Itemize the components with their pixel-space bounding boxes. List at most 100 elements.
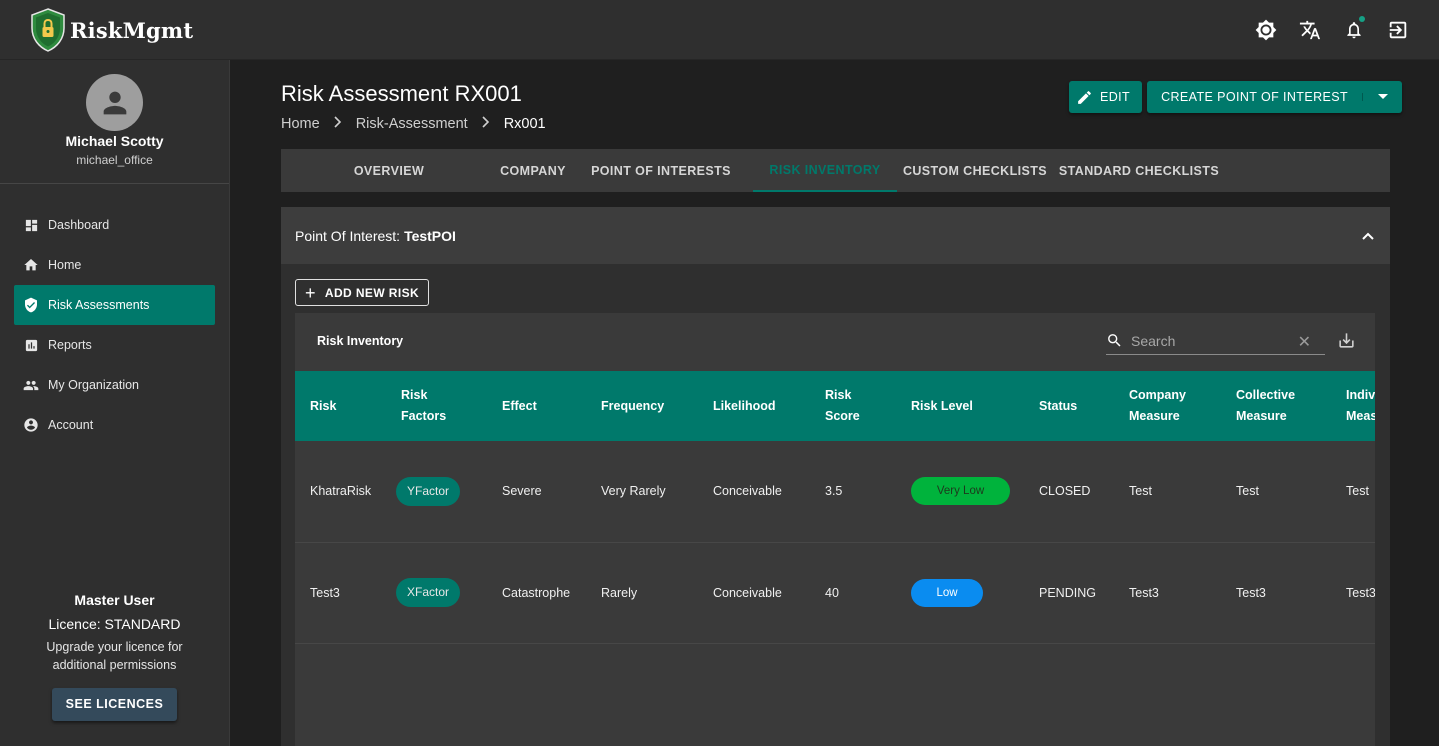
home-icon — [23, 257, 39, 273]
cell-collective-measure: Test — [1236, 484, 1259, 499]
dropdown-arrow-icon[interactable] — [1362, 93, 1402, 101]
header-line: Likelihood — [713, 398, 776, 413]
risk-inventory-table: Risk Risk Factors Effect Frequency Likeli… — [295, 371, 1375, 644]
header-line: Frequency — [601, 398, 665, 413]
sidebar: Michael Scotty michael_office Dashboard … — [0, 60, 230, 746]
breadcrumb-risk-assessment[interactable]: Risk-Assessment — [356, 116, 468, 132]
notification-dot — [1359, 16, 1365, 22]
header-line: Individual — [1346, 388, 1375, 402]
licence-level: Licence: STANDARD — [48, 616, 181, 632]
header-line: Collective — [1236, 388, 1296, 402]
point-of-interest-panel: Point Of Interest: TestPOI + ADD NEW RIS… — [281, 207, 1390, 746]
sidebar-item-label: Home — [48, 258, 82, 272]
sidebar-item-reports[interactable]: Reports — [14, 325, 215, 365]
app-name: RiskMgmt — [70, 17, 194, 43]
main-content: Risk Assessment RX001 Home Risk-Assessme… — [231, 61, 1439, 746]
sidebar-item-label: My Organization — [48, 378, 140, 392]
cell-effect: Severe — [502, 484, 542, 499]
column-header-effect[interactable]: Effect — [487, 371, 586, 441]
cell-risk-level: Low — [896, 542, 1024, 643]
poi-value: TestPOI — [404, 227, 456, 244]
dashboard-icon — [23, 217, 39, 233]
risk-factor-chip[interactable]: YFactor — [396, 476, 461, 506]
column-header-company-measure[interactable]: Company Measure — [1114, 371, 1221, 441]
cell-individual-measure: Test — [1346, 484, 1369, 499]
sidebar-item-label: Reports — [48, 338, 92, 352]
cell-frequency: Rarely — [601, 585, 638, 600]
person-icon — [103, 91, 126, 114]
tab-risk-inventory[interactable]: RISK INVENTORY — [753, 149, 897, 192]
cell-risk-level: Very Low — [896, 441, 1024, 542]
cell-effect: Catastrophe — [502, 585, 571, 600]
column-header-risk[interactable]: Risk — [295, 371, 386, 441]
column-header-likelihood[interactable]: Likelihood — [698, 371, 810, 441]
user-name: Michael Scotty — [65, 133, 164, 149]
table-row[interactable]: KhatraRisk YFactor Severe Very Rarely Co… — [295, 441, 1375, 542]
chevron-right-icon — [333, 116, 343, 132]
licence-message: Upgrade your licence for additional perm… — [0, 638, 229, 674]
cell-status: CLOSED — [1039, 484, 1091, 499]
download-icon[interactable] — [1337, 331, 1356, 355]
user-username: michael_office — [76, 153, 153, 167]
cell-company-measure: Test — [1129, 484, 1152, 499]
sidebar-item-home[interactable]: Home — [14, 245, 215, 285]
column-header-collective-measure[interactable]: Collective Measure — [1221, 371, 1331, 441]
sidebar-item-my-organization[interactable]: My Organization — [14, 365, 215, 405]
edit-label: EDIT — [1100, 90, 1131, 104]
cell-status: PENDING — [1039, 585, 1096, 600]
sidebar-item-account[interactable]: Account — [14, 405, 215, 445]
people-icon — [23, 377, 39, 393]
chevron-up-icon[interactable] — [1362, 227, 1374, 243]
top-app-bar: RiskMgmt — [0, 0, 1439, 60]
page-title: Risk Assessment RX001 — [281, 81, 522, 106]
column-header-risk-level[interactable]: Risk Level — [896, 371, 1024, 441]
search-input[interactable] — [1131, 332, 1281, 349]
column-header-risk-factors[interactable]: Risk Factors — [386, 371, 487, 441]
cell-risk: KhatraRisk — [310, 484, 372, 499]
breadcrumb-home[interactable]: Home — [281, 116, 320, 132]
translate-icon[interactable] — [1299, 18, 1321, 42]
header-line: Risk — [401, 388, 428, 402]
licence-message-line: Upgrade your licence for — [46, 640, 183, 654]
notifications-icon[interactable] — [1343, 16, 1365, 42]
user-profile: Michael Scotty michael_office — [0, 60, 229, 184]
add-new-risk-label: ADD NEW RISK — [324, 285, 420, 300]
cell-frequency: Very Rarely — [601, 484, 666, 499]
tab-standard-checklists[interactable]: STANDARD CHECKLISTS — [1053, 149, 1225, 192]
theme-toggle-icon[interactable] — [1255, 18, 1277, 42]
column-header-frequency[interactable]: Frequency — [586, 371, 698, 441]
sidebar-item-dashboard[interactable]: Dashboard — [14, 205, 215, 245]
header-line: Company — [1129, 388, 1186, 402]
cell-risk-factors: YFactor — [386, 441, 487, 542]
tab-custom-checklists[interactable]: CUSTOM CHECKLISTS — [897, 149, 1053, 192]
sidebar-item-label: Account — [48, 418, 94, 432]
tab-overview[interactable]: OVERVIEW — [281, 149, 497, 192]
poi-header[interactable]: Point Of Interest: TestPOI — [281, 207, 1390, 264]
cell-collective-measure: Test3 — [1236, 585, 1266, 600]
search-box: ✕ — [1106, 327, 1325, 355]
risk-factor-chip[interactable]: XFactor — [396, 578, 461, 607]
clear-icon[interactable]: ✕ — [1298, 332, 1311, 352]
logout-icon[interactable] — [1387, 18, 1409, 42]
shield-logo-icon — [31, 8, 65, 52]
header-line: Risk — [310, 398, 337, 413]
edit-button[interactable]: EDIT — [1069, 81, 1143, 113]
pencil-icon — [1078, 90, 1091, 104]
table-row[interactable]: Test3 XFactor Catastrophe Rarely Conceiv… — [295, 542, 1375, 643]
see-licences-button[interactable]: SEE LICENCES — [51, 688, 178, 721]
sidebar-item-label: Dashboard — [48, 218, 110, 232]
add-new-risk-button[interactable]: + ADD NEW RISK — [295, 279, 430, 306]
licence-role: Master User — [74, 592, 155, 608]
app-logo[interactable]: RiskMgmt — [30, 8, 193, 52]
risk-level-badge: Very Low — [911, 477, 1010, 506]
sidebar-item-risk-assessments[interactable]: Risk Assessments — [14, 285, 215, 325]
tab-company[interactable]: COMPANY — [497, 149, 569, 192]
column-header-individual-measure[interactable]: Individual Measure — [1331, 371, 1375, 441]
tab-point-of-interests[interactable]: POINT OF INTERESTS — [569, 149, 753, 192]
column-header-status[interactable]: Status — [1024, 371, 1114, 441]
cell-likelihood: Conceivable — [713, 585, 782, 600]
header-line: Measure — [1129, 409, 1180, 423]
column-header-risk-score[interactable]: Risk Score — [810, 371, 896, 441]
create-point-of-interest-button[interactable]: CREATE POINT OF INTEREST — [1147, 90, 1362, 104]
avatar[interactable] — [86, 74, 143, 131]
